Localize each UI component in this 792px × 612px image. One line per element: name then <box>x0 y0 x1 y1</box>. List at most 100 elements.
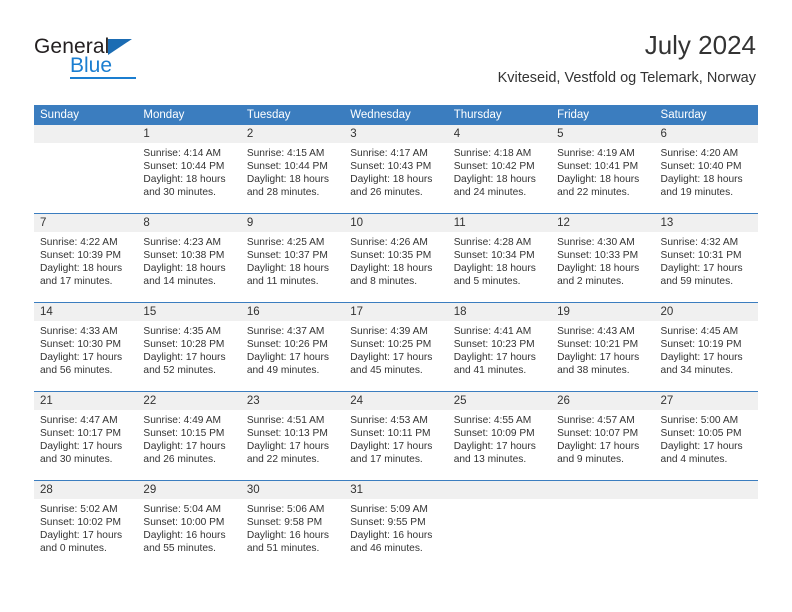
calendar-day-cell[interactable]: 13 Sunrise: 4:32 AM Sunset: 10:31 PM Daylig… <box>654 213 758 303</box>
calendar-day-cell[interactable]: 4 Sunrise: 4:18 AM Sunset: 10:42 PM Dayligh… <box>447 125 552 214</box>
sunset-text: Sunset: 10:40 PM <box>660 161 742 173</box>
calendar-day-cell[interactable]: 1 Sunrise: 4:14 AM Sunset: 10:44 PM Dayligh… <box>137 125 241 214</box>
calendar-day-cell[interactable] <box>551 480 655 569</box>
calendar-day-cell[interactable]: 27 Sunrise: 5:00 AM Sunset: 10:05 PM Daylig… <box>654 391 758 481</box>
calendar-day-cell[interactable]: 16 Sunrise: 4:37 AM Sunset: 10:26 PM Daylig… <box>240 302 345 392</box>
day-number: 19 <box>551 303 655 321</box>
calendar-day-cell[interactable] <box>447 480 552 569</box>
calendar-week-row: 28 Sunrise: 5:02 AM Sunset: 10:02 PM Daylig… <box>34 480 758 569</box>
daylight-text-line1: Daylight: 17 hours <box>453 441 536 453</box>
day-number: 6 <box>654 125 758 143</box>
calendar-day-cell[interactable]: 15 Sunrise: 4:35 AM Sunset: 10:28 PM Daylig… <box>137 302 241 392</box>
calendar-day-cell[interactable]: 24 Sunrise: 4:53 AM Sunset: 10:11 PM Daylig… <box>344 391 448 481</box>
daylight-text-line2: and 4 minutes. <box>660 454 728 466</box>
day-details: Sunrise: 4:28 AM Sunset: 10:34 PM Daylight… <box>448 232 551 288</box>
day-details: Sunrise: 4:53 AM Sunset: 10:11 PM Daylight… <box>344 410 447 466</box>
calendar-day-cell[interactable]: 29 Sunrise: 5:04 AM Sunset: 10:00 PM Daylig… <box>137 480 241 569</box>
day-number: 16 <box>240 303 345 321</box>
calendar-day-cell[interactable]: 7 Sunrise: 4:22 AM Sunset: 10:39 PM Dayligh… <box>34 213 138 303</box>
daylight-text-line1: Daylight: 17 hours <box>143 352 226 364</box>
day-details: Sunrise: 5:04 AM Sunset: 10:00 PM Daylight… <box>137 499 240 555</box>
calendar-day-cell[interactable]: 6 Sunrise: 4:20 AM Sunset: 10:40 PM Dayligh… <box>654 125 758 214</box>
calendar-day-cell[interactable]: 20 Sunrise: 4:45 AM Sunset: 10:19 PM Daylig… <box>654 302 758 392</box>
sunrise-text: Sunrise: 4:22 AM <box>40 237 118 248</box>
calendar-day-cell[interactable]: 25 Sunrise: 4:55 AM Sunset: 10:09 PM Daylig… <box>447 391 552 481</box>
calendar-day-cell[interactable]: 23 Sunrise: 4:51 AM Sunset: 10:13 PM Daylig… <box>240 391 345 481</box>
calendar-day-cell[interactable]: 19 Sunrise: 4:43 AM Sunset: 10:21 PM Daylig… <box>551 302 655 392</box>
sunrise-text: Sunrise: 4:17 AM <box>350 148 428 159</box>
calendar-day-cell[interactable]: 31 Sunrise: 5:09 AM Sunset: 9:55 PM Dayligh… <box>344 480 448 569</box>
day-number: 13 <box>654 214 758 232</box>
calendar-day-cell[interactable]: 8 Sunrise: 4:23 AM Sunset: 10:38 PM Dayligh… <box>137 213 241 303</box>
calendar-day-cell[interactable]: 3 Sunrise: 4:17 AM Sunset: 10:43 PM Dayligh… <box>344 125 448 214</box>
sunset-text: Sunset: 10:11 PM <box>350 428 431 440</box>
sunset-text: Sunset: 10:15 PM <box>143 428 225 440</box>
calendar-day-cell[interactable]: 10 Sunrise: 4:26 AM Sunset: 10:35 PM Daylig… <box>344 213 448 303</box>
daylight-text-line2: and 24 minutes. <box>453 187 527 199</box>
sunrise-text: Sunrise: 5:04 AM <box>143 504 222 515</box>
daylight-text-line2: and 26 minutes. <box>350 187 423 199</box>
sunrise-text: Sunrise: 4:47 AM <box>40 415 118 426</box>
sunrise-text: Sunrise: 4:26 AM <box>350 237 428 248</box>
daylight-text-line2: and 19 minutes. <box>660 187 734 199</box>
calendar-day-cell[interactable]: 26 Sunrise: 4:57 AM Sunset: 10:07 PM Daylig… <box>551 391 655 481</box>
daylight-text-line1: Daylight: 17 hours <box>660 263 743 275</box>
day-details <box>551 499 654 503</box>
day-number: 21 <box>34 392 138 410</box>
day-details: Sunrise: 4:17 AM Sunset: 10:43 PM Daylight… <box>344 143 447 199</box>
calendar-day-cell[interactable]: 18 Sunrise: 4:41 AM Sunset: 10:23 PM Daylig… <box>447 302 552 392</box>
day-details: Sunrise: 4:37 AM Sunset: 10:26 PM Daylight… <box>241 321 344 377</box>
calendar-day-cell[interactable]: 17 Sunrise: 4:39 AM Sunset: 10:25 PM Daylig… <box>344 302 448 392</box>
sunrise-text: Sunrise: 4:30 AM <box>557 237 635 248</box>
daylight-text-line2: and 55 minutes. <box>143 543 216 555</box>
daylight-text-line1: Daylight: 17 hours <box>660 352 743 364</box>
sunrise-text: Sunrise: 5:06 AM <box>246 504 325 515</box>
weekday-header-thursday: Thursday <box>447 105 552 125</box>
daylight-text-line1: Daylight: 18 hours <box>557 263 640 275</box>
page-title: July 2024 <box>644 30 756 60</box>
day-details <box>448 499 551 503</box>
daylight-text-line2: and 17 minutes. <box>350 454 423 466</box>
sunset-text: Sunset: 10:30 PM <box>40 339 121 351</box>
calendar-week-row: 14 Sunrise: 4:33 AM Sunset: 10:30 PM Daylig… <box>34 302 758 392</box>
day-number <box>551 481 655 499</box>
sunset-text: Sunset: 10:13 PM <box>246 428 328 440</box>
calendar-day-cell[interactable]: 14 Sunrise: 4:33 AM Sunset: 10:30 PM Daylig… <box>34 302 138 392</box>
calendar-day-cell[interactable] <box>34 125 138 214</box>
daylight-text-line2: and 17 minutes. <box>40 276 113 288</box>
calendar-day-cell[interactable]: 21 Sunrise: 4:47 AM Sunset: 10:17 PM Daylig… <box>34 391 138 481</box>
daylight-text-line2: and 38 minutes. <box>557 365 630 377</box>
sunrise-text: Sunrise: 4:43 AM <box>557 326 635 337</box>
weekday-header-row: Sunday Monday Tuesday Wednesday Thursday… <box>34 105 758 125</box>
day-details: Sunrise: 4:22 AM Sunset: 10:39 PM Daylight… <box>34 232 137 288</box>
calendar-day-cell[interactable]: 12 Sunrise: 4:30 AM Sunset: 10:33 PM Daylig… <box>551 213 655 303</box>
daylight-text-line1: Daylight: 17 hours <box>660 441 743 453</box>
day-details: Sunrise: 4:26 AM Sunset: 10:35 PM Daylight… <box>344 232 447 288</box>
daylight-text-line2: and 28 minutes. <box>246 187 320 199</box>
calendar-day-cell[interactable]: 11 Sunrise: 4:28 AM Sunset: 10:34 PM Daylig… <box>447 213 552 303</box>
daylight-text-line1: Daylight: 17 hours <box>557 441 640 453</box>
calendar-day-cell[interactable]: 22 Sunrise: 4:49 AM Sunset: 10:15 PM Daylig… <box>137 391 241 481</box>
daylight-text-line2: and 5 minutes. <box>453 276 521 288</box>
day-number: 14 <box>34 303 138 321</box>
day-details: Sunrise: 4:43 AM Sunset: 10:21 PM Daylight… <box>551 321 654 377</box>
day-details: Sunrise: 4:47 AM Sunset: 10:17 PM Daylight… <box>34 410 137 466</box>
sunset-text: Sunset: 10:42 PM <box>453 161 535 173</box>
calendar-day-cell[interactable]: 2 Sunrise: 4:15 AM Sunset: 10:44 PM Dayligh… <box>240 125 345 214</box>
sunrise-text: Sunrise: 4:14 AM <box>143 148 222 159</box>
calendar-head: Sunday Monday Tuesday Wednesday Thursday… <box>34 105 758 125</box>
sunset-text: Sunset: 10:28 PM <box>143 339 225 351</box>
calendar-day-cell[interactable]: 5 Sunrise: 4:19 AM Sunset: 10:41 PM Dayligh… <box>551 125 655 214</box>
daylight-text-line2: and 45 minutes. <box>350 365 423 377</box>
daylight-text-line1: Daylight: 17 hours <box>350 352 433 364</box>
daylight-text-line1: Daylight: 18 hours <box>40 263 123 275</box>
sunrise-text: Sunrise: 4:53 AM <box>350 415 428 426</box>
daylight-text-line1: Daylight: 18 hours <box>453 263 536 275</box>
day-number: 24 <box>344 392 448 410</box>
calendar-day-cell[interactable] <box>654 480 758 569</box>
calendar-day-cell[interactable]: 28 Sunrise: 5:02 AM Sunset: 10:02 PM Daylig… <box>34 480 138 569</box>
page-header: General Blue July 2024 Kviteseid, Vestfo… <box>0 28 792 102</box>
calendar-day-cell[interactable]: 30 Sunrise: 5:06 AM Sunset: 9:58 PM Dayligh… <box>240 480 345 569</box>
calendar-week-row: 7 Sunrise: 4:22 AM Sunset: 10:39 PM Dayligh… <box>34 213 758 303</box>
calendar-day-cell[interactable]: 9 Sunrise: 4:25 AM Sunset: 10:37 PM Dayligh… <box>240 213 345 303</box>
